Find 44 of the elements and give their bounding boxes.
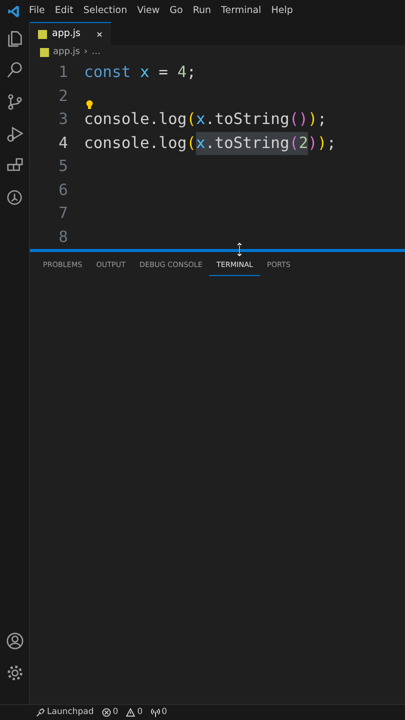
app-logo-icon — [7, 4, 20, 18]
code-line: console.log(x.toString(2)); — [84, 132, 336, 155]
line-number: 2 — [58, 86, 69, 107]
breadcrumb-item[interactable]: app.js — [53, 46, 80, 60]
resize-cursor-icon — [236, 242, 243, 257]
menu-item[interactable]: Terminal — [216, 4, 266, 18]
lightbulb-icon[interactable] — [86, 100, 93, 109]
line-number: 7 — [58, 203, 69, 224]
menu-item[interactable]: Help — [266, 4, 298, 18]
menu-item[interactable]: Go — [164, 4, 188, 18]
editor-tab[interactable]: app.js — [30, 22, 111, 45]
warnings-item[interactable]: 0 — [126, 706, 143, 719]
ports-item[interactable]: 0 — [150, 706, 168, 719]
menu-item[interactable]: File — [24, 4, 50, 18]
menu-item[interactable]: Edit — [50, 4, 78, 18]
line-number: 3 — [58, 109, 69, 130]
code-line: console.log(x.toString()); — [84, 109, 327, 130]
errors-item[interactable]: 0 — [102, 706, 118, 719]
search-icon[interactable] — [6, 61, 24, 79]
line-number: 4 — [58, 132, 69, 154]
error-icon — [102, 708, 111, 717]
timeline-icon[interactable] — [6, 189, 24, 207]
files-icon[interactable] — [6, 29, 24, 47]
breadcrumb-separator: › — [84, 46, 88, 59]
code-line: const x = 4; — [84, 62, 196, 84]
menu-item[interactable]: Selection — [78, 4, 132, 18]
branch-icon[interactable] — [6, 93, 24, 111]
line-number: 1 — [58, 62, 69, 84]
line-number: 8 — [58, 226, 69, 248]
settings-icon[interactable] — [6, 664, 24, 682]
menu-item[interactable]: Run — [188, 4, 216, 18]
breadcrumb-item[interactable]: … — [92, 46, 101, 60]
run-debug-icon[interactable] — [6, 125, 24, 143]
launchpad-item[interactable]: Launchpad — [36, 706, 94, 719]
warning-icon — [126, 708, 136, 717]
radio-tower-icon — [150, 708, 160, 717]
close-icon[interactable] — [96, 30, 103, 38]
link-icon — [36, 708, 45, 717]
js-file-icon — [38, 30, 47, 38]
account-icon[interactable] — [6, 632, 24, 650]
js-file-icon — [40, 48, 49, 57]
line-number: 6 — [58, 180, 69, 201]
line-number: 5 — [58, 156, 69, 178]
menu-item[interactable]: View — [132, 4, 165, 18]
